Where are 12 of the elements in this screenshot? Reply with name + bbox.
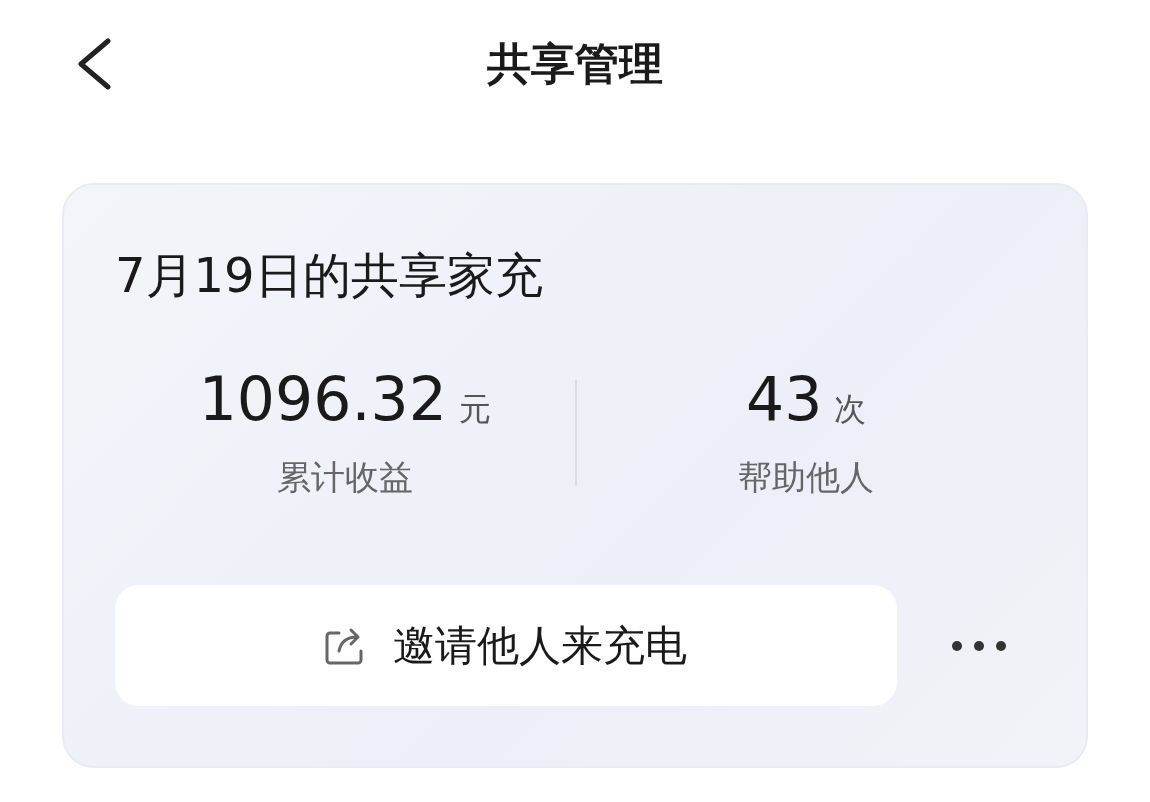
stat-value: 43 [746,363,823,435]
stat-value: 1096.32 [198,363,447,435]
stat-unit: 元 [458,389,491,430]
stat-unit: 次 [834,389,867,430]
page-title: 共享管理 [487,36,663,91]
more-icon[interactable] [951,639,1007,652]
back-icon[interactable] [76,38,112,90]
share-icon [325,626,365,665]
invite-button[interactable]: 邀请他人来充电 [115,585,897,706]
stat-label: 帮助他人 [738,456,875,499]
card-title: 7月19日的共享家充 [115,246,544,305]
stat-label: 累计收益 [276,456,413,499]
